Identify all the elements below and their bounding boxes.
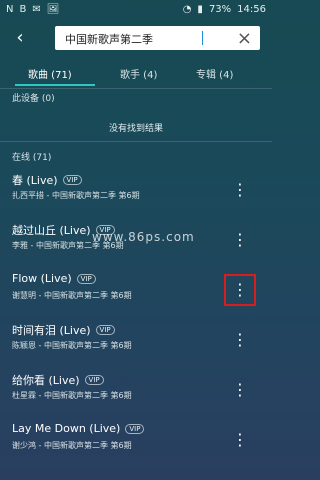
more-vert-icon: ⋮ [232,230,248,249]
divider [0,88,272,89]
song-title-row: 给你看 (Live) VIP [12,372,104,388]
song-item[interactable]: Lay Me Down (Live) VIP 谢少鸿 - 中国新歌声第二季 第6… [0,416,272,464]
song-item[interactable]: Flow (Live) VIP 谢慧明 - 中国新歌声第二季 第6期 ⋮ [0,266,272,314]
vip-badge: VIP [62,175,82,185]
song-meta: 谢少鸿 - 中国新歌声第二季 第6期 [12,441,132,450]
song-title: Flow (Live) [12,272,72,285]
status-time: 14:56 [237,4,266,15]
mail-icon: ✉ [32,4,41,15]
divider [0,141,272,142]
song-meta: 陈颖恩 - 中国新歌声第二季 第6期 [12,341,132,350]
tab-artists[interactable]: 歌手 (4) [120,66,157,81]
tabs: 歌曲 (71) 歌手 (4) 专辑 (4) [0,60,272,90]
search-box[interactable]: 中国新歌声第二季 × [55,26,260,50]
more-options-button[interactable]: ⋮ [226,426,254,454]
signal-icon: ▮ [197,4,203,15]
tab-songs[interactable]: 歌曲 (71) [28,66,72,81]
song-title-row: Flow (Live) VIP [12,272,96,285]
song-title: 时间有泪 (Live) [12,324,91,337]
watermark: www.86ps.com [92,230,195,244]
song-title: 给你看 (Live) [12,374,80,387]
more-vert-icon: ⋮ [232,330,248,349]
song-meta: 杜星霖 - 中国新歌声第二季 第6期 [12,391,132,400]
vip-badge: VIP [125,423,145,434]
more-options-button[interactable]: ⋮ [226,326,254,354]
text-caret [202,31,203,45]
more-vert-icon: ⋮ [232,180,248,199]
song-meta: 扎西平措 - 中国新歌声第二季 第6期 [12,191,140,200]
vip-badge: VIP [95,325,115,335]
status-left-icons: N B ✉ 🖼 [6,4,59,15]
more-vert-icon: ⋮ [232,430,248,449]
more-vert-icon: ⋮ [232,280,248,299]
song-title: 越过山丘 (Live) [12,224,91,237]
device-section-title: 此设备 (0) [12,94,55,104]
nfc-icon: N [6,4,14,15]
song-item[interactable]: 给你看 (Live) VIP 杜星霖 - 中国新歌声第二季 第6期 ⋮ [0,366,272,414]
image-icon: 🖼 [46,4,60,15]
no-result-text: 没有找到结果 [108,124,163,134]
battery-percent: 73% [208,4,232,15]
song-item[interactable]: 春 (Live) VIP 扎西平措 - 中国新歌声第二季 第6期 ⋮ [0,166,272,214]
tab-indicator [15,84,95,86]
song-title-row: Lay Me Down (Live) VIP [12,422,145,435]
vip-badge: VIP [76,273,96,284]
status-bar: N B ✉ 🖼 ◔ ▮ 73% 14:56 [0,0,272,20]
more-vert-icon: ⋮ [232,380,248,399]
vip-badge: VIP [84,375,104,385]
chevron-left-icon: ‹ [16,27,24,48]
song-item[interactable]: 时间有泪 (Live) VIP 陈颖恩 - 中国新歌声第二季 第6期 ⋮ [0,316,272,364]
song-title: 春 (Live) [12,174,58,187]
back-button[interactable]: ‹ [10,28,30,48]
search-input[interactable]: 中国新歌声第二季 [65,31,153,47]
status-right: ◔ ▮ 73% 14:56 [183,4,266,15]
more-options-button[interactable]: ⋮ [226,376,254,404]
song-title-row: 春 (Live) VIP [12,172,82,188]
tab-albums[interactable]: 专辑 (4) [196,66,233,81]
song-title: Lay Me Down (Live) [12,422,121,435]
more-options-button-highlighted[interactable]: ⋮ [224,274,256,306]
online-section-title: 在线 (71) [12,153,52,163]
song-meta: 谢慧明 - 中国新歌声第二季 第6期 [12,291,132,300]
more-options-button[interactable]: ⋮ [226,176,254,204]
song-title-row: 时间有泪 (Live) VIP [12,322,115,338]
clear-icon[interactable]: × [237,28,252,49]
search-header: ‹ 中国新歌声第二季 × [0,20,272,58]
more-options-button[interactable]: ⋮ [226,226,254,254]
wifi-icon: ◔ [182,4,192,15]
b-icon: B [19,4,27,15]
